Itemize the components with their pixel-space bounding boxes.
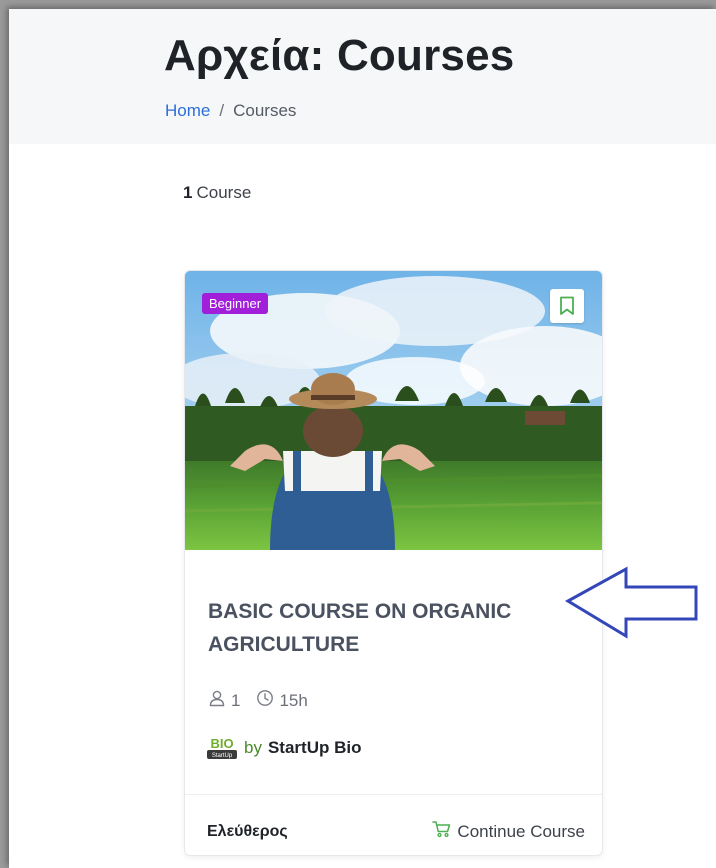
course-title-link[interactable]: BASIC COURSE ON ORGANIC AGRICULTURE <box>208 595 578 661</box>
card-footer: Ελεύθερος Continue Course <box>185 794 602 855</box>
wishlist-button[interactable] <box>550 289 584 323</box>
course-count: 1 Course <box>183 183 251 203</box>
breadcrumb-separator: / <box>219 101 225 120</box>
course-count-label: Course <box>196 183 252 202</box>
author-logo-top: BIO <box>210 736 233 751</box>
breadcrumb: Home / Courses <box>165 101 296 121</box>
students-value: 1 <box>231 690 241 710</box>
duration-value: 15h <box>279 690 308 710</box>
author-logo-bottom: StartUp <box>212 753 233 759</box>
page-header: Αρχεία: Courses Home / Courses <box>9 9 716 144</box>
course-thumbnail[interactable]: Beginner <box>185 271 602 550</box>
course-meta: 1 15h <box>208 689 324 712</box>
bookmark-icon <box>559 296 575 316</box>
course-card: Beginner BASIC COURSE ON ORGANIC AGRICUL… <box>184 270 603 856</box>
clock-icon <box>256 689 279 712</box>
course-duration: 15h <box>256 689 308 712</box>
continue-course-label: Continue Course <box>457 821 585 841</box>
annotation-arrow-icon <box>564 564 702 649</box>
course-author: BIO StartUp by StartUp Bio <box>207 736 361 760</box>
author-prefix: by <box>244 738 262 757</box>
breadcrumb-home-link[interactable]: Home <box>165 101 210 120</box>
level-badge: Beginner <box>202 293 269 314</box>
breadcrumb-current: Courses <box>233 101 297 120</box>
continue-course-button[interactable]: Continue Course <box>432 820 585 843</box>
students-count: 1 <box>208 689 240 712</box>
author-logo: BIO StartUp <box>207 736 237 760</box>
cart-icon <box>432 820 457 843</box>
author-name-link[interactable]: StartUp Bio <box>268 738 362 758</box>
user-icon <box>208 689 231 712</box>
page-title: Αρχεία: Courses <box>164 31 515 80</box>
browser-viewport: Αρχεία: Courses Home/Courses 1Course <box>9 9 716 868</box>
course-count-number: 1 <box>183 183 193 202</box>
course-price: Ελεύθερος <box>207 823 288 840</box>
